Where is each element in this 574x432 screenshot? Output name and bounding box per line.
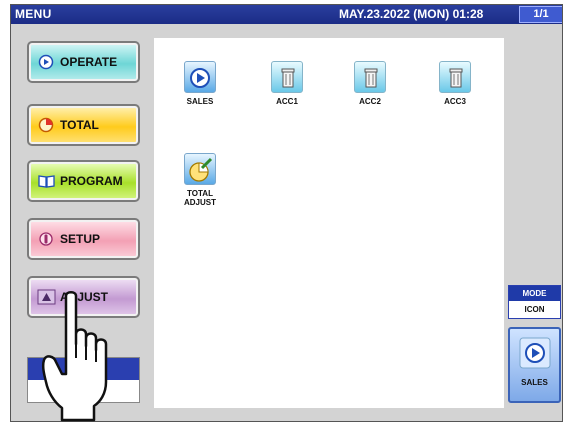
title-bar: MENU MAY.23.2022 (MON) 01:28 1/1 <box>11 5 562 24</box>
pointing-hand-icon <box>41 291 108 422</box>
acc3-icon-item[interactable]: ACC3 <box>425 61 485 106</box>
pie-edit-icon <box>184 153 216 185</box>
sales-icon-label: SALES <box>186 97 214 106</box>
total-adjust-icon-item[interactable]: TOTAL ADJUST <box>170 153 230 207</box>
trash-icon <box>271 61 303 93</box>
mode-label: MODE <box>509 286 560 301</box>
sales-shortcut-button[interactable]: SALES <box>508 327 561 403</box>
program-label: PROGRAM <box>60 174 123 188</box>
sales-play-icon <box>184 61 216 93</box>
total-pie-icon <box>38 117 54 133</box>
trash-icon <box>354 61 386 93</box>
trash-icon <box>439 61 471 93</box>
wrench-icon <box>39 232 53 246</box>
setup-button[interactable]: SETUP <box>27 218 140 260</box>
play-icon <box>38 54 54 70</box>
program-button[interactable]: PROGRAM <box>27 160 140 202</box>
total-adjust-label-line2: ADJUST <box>183 198 216 207</box>
acc2-icon-item[interactable]: ACC2 <box>340 61 400 106</box>
play-icon <box>519 337 550 369</box>
sales-icon-item[interactable]: SALES <box>170 61 230 106</box>
acc1-icon-item[interactable]: ACC1 <box>257 61 317 106</box>
total-adjust-label: TOTAL ADJUST <box>170 189 230 207</box>
window-title: MENU <box>15 7 52 21</box>
mode-indicator[interactable]: MODE ICON <box>508 285 561 319</box>
operate-label: OPERATE <box>60 55 118 69</box>
total-label: TOTAL <box>60 118 99 132</box>
acc1-icon-label: ACC1 <box>276 97 298 106</box>
setup-label: SETUP <box>60 232 101 246</box>
mode-value: ICON <box>524 305 545 314</box>
total-adjust-label-line1: TOTAL <box>187 189 213 198</box>
date-time: MAY.23.2022 (MON) 01:28 <box>339 7 484 21</box>
acc2-icon-label: ACC2 <box>359 97 381 106</box>
sales-shortcut-label: SALES <box>521 378 548 387</box>
acc3-icon-label: ACC3 <box>444 97 466 106</box>
page-indicator: 1/1 <box>519 6 562 23</box>
icon-panel: SALES ACC1 ACC2 ACC3 TOTAL ADJUST <box>154 38 504 408</box>
book-icon <box>38 175 55 188</box>
total-button[interactable]: TOTAL <box>27 104 140 146</box>
operate-button[interactable]: OPERATE <box>27 41 140 83</box>
